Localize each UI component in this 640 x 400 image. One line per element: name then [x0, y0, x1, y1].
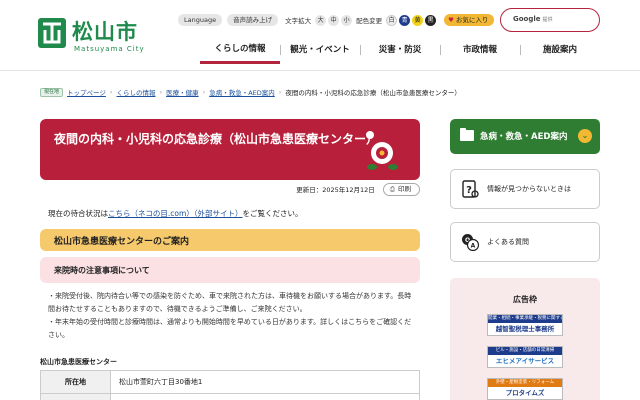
- search-brand: Google: [513, 15, 541, 23]
- faq-link[interactable]: Q A よくある質問: [450, 222, 600, 262]
- notice-paragraph: ・来院受付後、院内待合い等での感染を防ぐため、車で来院された方は、車待機をお願い…: [48, 292, 412, 313]
- info-not-found-label: 情報が見つからないときは: [487, 185, 571, 193]
- breadcrumb-link-home[interactable]: トップページ: [67, 87, 106, 97]
- table-cell: 089-923-1199: [110, 393, 420, 400]
- nav-item-city-info[interactable]: 市政情報: [440, 36, 520, 64]
- info-not-found-link[interactable]: ? 情報が見つからないときは: [450, 169, 600, 209]
- camellia-icon: [366, 131, 398, 170]
- section-heading: 松山市急患医療センターのご案内: [40, 229, 420, 251]
- breadcrumb: 現在地 トップページ › くらしの情報 › 医療・健康 › 急病・救急・AED案内 › …: [40, 86, 461, 98]
- current-location-badge: 現在地: [40, 87, 64, 97]
- updated-date: 更新日：2025年12月12日: [296, 186, 375, 194]
- page-meta: 更新日：2025年12月12日 ⎙ 印刷: [296, 182, 420, 196]
- facility-table: 所在地 松山市萱町六丁目30番地1 電話 089-923-1199: [40, 370, 420, 400]
- faq-label: よくある質問: [487, 238, 529, 246]
- page-title-banner: 夜間の内科・小児科の応急診療（松山市急患医療センター）: [40, 119, 420, 180]
- favorite-button[interactable]: ♥ お気に入り: [444, 14, 495, 26]
- color-change-label: 配色変更: [356, 17, 383, 25]
- utility-bar: Language 音声読み上げ 文字拡大 大 中 小 配色変更 白 青 黄 黒 …: [178, 13, 495, 27]
- color-blue-button[interactable]: 青: [399, 14, 411, 26]
- logo-romaji: Matsuyama City: [74, 45, 145, 53]
- ad-banner[interactable]: ビル・施設・店舗の日常清掃 エヒメアイサービス: [487, 346, 563, 368]
- notice-body: ・来院受付後、院内待合い等での感染を防ぐため、車で来院された方は、車待機をお願い…: [48, 290, 414, 342]
- waiting-status-notice: 現在の待合状況はこちら（ネコの目.com）（外部サイト）をご覧ください。: [48, 208, 303, 219]
- text-size-label: 文字拡大: [285, 17, 312, 25]
- waiting-status-link[interactable]: こちら（ネコの目.com）（外部サイト）: [108, 209, 243, 218]
- print-label: 印刷: [398, 184, 411, 193]
- question-icon: ?: [462, 180, 479, 198]
- svg-text:?: ?: [466, 185, 472, 196]
- color-black-button[interactable]: 黒: [425, 14, 437, 26]
- search-input[interactable]: Google 提供: [500, 8, 600, 32]
- page-title: 夜間の内科・小児科の応急診療（松山市急患医療センター）: [54, 132, 379, 146]
- notice-suffix: をご覧ください。: [242, 209, 303, 218]
- subsection-heading: 来院時の注意事項について: [40, 257, 420, 283]
- heart-icon: ♥: [448, 16, 454, 24]
- site-logo[interactable]: 松山市 Matsuyama City: [38, 14, 156, 58]
- folder-icon: [460, 128, 474, 141]
- breadcrumb-link-health[interactable]: 医療・健康: [166, 87, 199, 97]
- city-emblem-icon: [38, 18, 66, 48]
- breadcrumb-current: 夜間の内科・小児科の応急診療（松山市急患医療センター）: [285, 89, 461, 97]
- breadcrumb-link-emergency[interactable]: 急病・救急・AED案内: [209, 87, 275, 97]
- ad-section: 広告枠 開業・相続・事業承継・税務に関する相談 越智聖税理士事務所 ビル・施設・…: [450, 278, 600, 400]
- table-header-cell: 所在地: [40, 370, 111, 394]
- faq-icon: Q A: [462, 234, 479, 251]
- nav-item-facilities[interactable]: 施設案内: [520, 36, 600, 64]
- ad-banner[interactable]: 外壁・屋根塗装・リフォーム プロタイムズ: [487, 378, 563, 400]
- notice-paragraph: ・年末年始の受付時間と診療時間は、通常よりも開始時間を早めている日があります。詳…: [48, 318, 412, 339]
- header-divider: [0, 70, 640, 71]
- table-row: 電話 089-923-1199: [40, 393, 420, 400]
- ad-banner-tagline: 外壁・屋根塗装・リフォーム: [488, 379, 562, 387]
- search-suffix: 提供: [542, 17, 553, 23]
- ad-banner-tagline: ビル・施設・店舗の日常清掃: [488, 347, 562, 355]
- table-cell: 松山市萱町六丁目30番地1: [110, 370, 420, 394]
- logo-text: 松山市: [72, 19, 138, 44]
- language-button[interactable]: Language: [178, 14, 223, 26]
- text-size-small-button[interactable]: 小: [341, 14, 353, 26]
- ad-section-title: 広告枠: [513, 295, 537, 304]
- color-yellow-button[interactable]: 黄: [412, 14, 424, 26]
- nav-item-tourism[interactable]: 観光・イベント: [280, 36, 360, 64]
- subsection-heading-text: 来院時の注意事項について: [54, 265, 150, 275]
- color-white-button[interactable]: 白: [386, 14, 398, 26]
- table-row: 所在地 松山市萱町六丁目30番地1: [40, 370, 420, 394]
- ad-banner[interactable]: 開業・相続・事業承継・税務に関する相談 越智聖税理士事務所: [487, 314, 563, 336]
- nav-item-disaster[interactable]: 災害・防災: [360, 36, 440, 64]
- emergency-menu-label: 急病・救急・AED案内: [480, 132, 568, 142]
- text-size-medium-button[interactable]: 中: [328, 14, 340, 26]
- breadcrumb-link-living[interactable]: くらしの情報: [117, 87, 156, 97]
- read-aloud-button[interactable]: 音声読み上げ: [227, 14, 279, 26]
- search-placeholder: Google 提供: [513, 15, 553, 23]
- chevron-down-icon: ⌄: [578, 129, 592, 143]
- print-button[interactable]: ⎙ 印刷: [382, 182, 420, 196]
- table-header-cell: 電話: [40, 393, 111, 400]
- nav-item-living[interactable]: くらしの情報: [200, 36, 280, 64]
- section-heading-text: 松山市急患医療センターのご案内: [54, 237, 190, 247]
- facility-heading: 松山市急患医療センター: [40, 358, 117, 366]
- text-size-large-button[interactable]: 大: [315, 14, 327, 26]
- printer-icon: ⎙: [389, 184, 395, 193]
- global-nav: くらしの情報 観光・イベント 災害・防災 市政情報 施設案内: [200, 36, 600, 64]
- svg-text:A: A: [471, 243, 476, 250]
- ad-banner-name: エヒメアイサービス: [495, 357, 555, 365]
- notice-prefix: 現在の待合状況は: [48, 209, 108, 218]
- ad-banner-tagline: 開業・相続・事業承継・税務に関する相談: [488, 315, 562, 323]
- favorite-label: お気に入り: [455, 16, 489, 24]
- ad-banner-name: 越智聖税理士事務所: [495, 325, 555, 333]
- ad-banner-name: プロタイムズ: [505, 389, 545, 397]
- emergency-menu-button[interactable]: 急病・救急・AED案内 ⌄: [450, 119, 600, 154]
